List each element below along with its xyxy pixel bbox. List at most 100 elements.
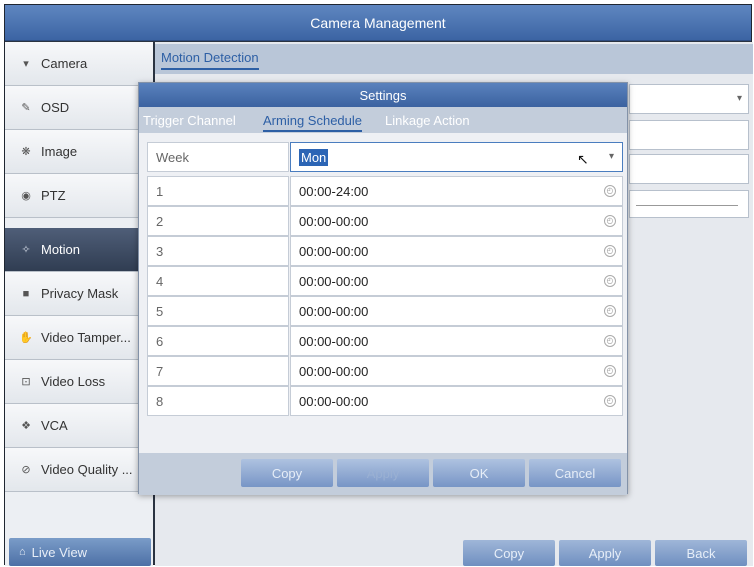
background-field[interactable] [629,154,749,184]
motion-detection-header: Motion Detection [155,44,753,74]
vca-icon: ❖ [21,420,31,432]
camera-icon: ▾ [23,58,29,70]
sidebar-item-image[interactable]: ❋ Image [5,130,153,174]
period-time: 00:00-00:00 [299,243,369,259]
sidebar-item-video-tamper[interactable]: ✋ Video Tamper... [5,316,153,360]
tab-arming-schedule[interactable]: Arming Schedule [263,113,362,132]
period-time-field[interactable]: 00:00-00:00 ◴ [290,236,623,266]
sidebar-item-camera[interactable]: ▾ Camera [5,42,153,86]
sidebar-item-label: Privacy Mask [41,286,119,301]
sidebar-item-label: Video Loss [41,374,106,389]
motion-icon: ✧ [21,244,31,256]
period-time: 00:00-24:00 [299,183,369,199]
sidebar-item-label: Camera [41,56,88,71]
table-row: 2 00:00-00:00 ◴ [147,206,623,236]
period-index: 2 [147,206,289,236]
sidebar-item-vca[interactable]: ❖ VCA [5,404,153,448]
period-index: 7 [147,356,289,386]
sensitivity-slider[interactable] [629,190,749,218]
table-row: 1 00:00-24:00 ◴ [147,176,623,206]
period-time: 00:00-00:00 [299,213,369,229]
table-row: 3 00:00-00:00 ◴ [147,236,623,266]
apply-button[interactable]: Apply [559,540,651,566]
ptz-icon: ◉ [21,190,31,202]
period-time-field[interactable]: 00:00-24:00 ◴ [290,176,623,206]
osd-icon: ✎ [21,102,31,114]
sidebar-item-video-loss[interactable]: ⊡ Video Loss [5,360,153,404]
week-label: Week [147,142,289,172]
dialog-copy-button[interactable]: Copy [241,459,333,487]
sidebar-item-label: Image [41,144,78,159]
copy-button[interactable]: Copy [463,540,555,566]
table-row: 7 00:00-00:00 ◴ [147,356,623,386]
clock-icon[interactable]: ◴ [604,305,616,317]
clock-icon[interactable]: ◴ [604,365,616,377]
period-time: 00:00-00:00 [299,273,369,289]
dialog-apply-button[interactable]: Apply [337,459,429,487]
period-index: 4 [147,266,289,296]
tab-trigger-channel[interactable]: Trigger Channel [143,113,236,128]
sidebar-item-label: Video Tamper... [41,330,131,345]
clock-icon[interactable]: ◴ [604,275,616,287]
sidebar-item-ptz[interactable]: ◉ PTZ [5,174,153,218]
clock-icon[interactable]: ◴ [604,395,616,407]
image-icon: ❋ [21,146,31,158]
background-field[interactable] [629,120,749,150]
period-time: 00:00-00:00 [299,363,369,379]
live-view-label: Live View [31,544,88,560]
background-dropdown[interactable]: ▾ [629,84,749,114]
week-row: Week Mon ↖ ▾ [147,142,623,172]
dialog-cancel-button[interactable]: Cancel [529,459,621,487]
period-time: 00:00-00:00 [299,333,369,349]
period-index: 5 [147,296,289,326]
dialog-ok-button[interactable]: OK [433,459,525,487]
home-icon: ⌂ [19,546,26,558]
period-time-field[interactable]: 00:00-00:00 ◴ [290,296,623,326]
live-view-button[interactable]: ⌂ Live View [9,538,151,566]
table-row: 5 00:00-00:00 ◴ [147,296,623,326]
privacy-mask-icon: ■ [22,287,30,300]
week-select[interactable]: Mon ↖ ▾ [290,142,623,172]
period-time: 00:00-00:00 [299,303,369,319]
period-time-field[interactable]: 00:00-00:00 ◴ [290,326,623,356]
video-quality-icon: ⊘ [21,464,31,476]
period-index: 3 [147,236,289,266]
mouse-cursor-icon: ↖ [577,151,589,167]
clock-icon[interactable]: ◴ [604,215,616,227]
period-index: 1 [147,176,289,206]
sidebar-item-label: Video Quality ... [41,462,133,477]
period-time-field[interactable]: 00:00-00:00 ◴ [290,266,623,296]
back-button[interactable]: Back [655,540,747,566]
sidebar-item-privacy-mask[interactable]: ■ Privacy Mask [5,272,153,316]
clock-icon[interactable]: ◴ [604,185,616,197]
period-index: 8 [147,386,289,416]
sidebar-item-video-quality[interactable]: ⊘ Video Quality ... [5,448,153,492]
period-time-field[interactable]: 00:00-00:00 ◴ [290,356,623,386]
tab-motion-detection[interactable]: Motion Detection [161,50,259,70]
table-row: 4 00:00-00:00 ◴ [147,266,623,296]
sidebar-item-osd[interactable]: ✎ OSD [5,86,153,130]
video-loss-icon: ⊡ [21,376,31,388]
period-time: 00:00-00:00 [299,393,369,409]
period-time-field[interactable]: 00:00-00:00 ◴ [290,386,623,416]
slider-track [636,205,738,206]
sidebar-item-motion[interactable]: ✧ Motion [5,228,153,272]
period-time-field[interactable]: 00:00-00:00 ◴ [290,206,623,236]
dialog-footer: Copy Apply OK Cancel [139,453,627,495]
clock-icon[interactable]: ◴ [604,335,616,347]
chevron-down-icon: ▾ [736,93,742,104]
sidebar: ▾ Camera ✎ OSD ❋ Image ◉ PTZ ✧ Motion ■ … [5,42,153,566]
sidebar-item-label: VCA [41,418,68,433]
period-index: 6 [147,326,289,356]
clock-icon[interactable]: ◴ [604,245,616,257]
video-tamper-icon: ✋ [19,332,33,344]
table-row: 8 00:00-00:00 ◴ [147,386,623,416]
sidebar-item-label: PTZ [41,188,66,203]
chevron-down-icon: ▾ [608,151,614,162]
sidebar-item-label: OSD [41,100,70,115]
dialog-title: Settings [139,83,627,107]
week-value: Mon [299,148,329,166]
window-title: Camera Management [5,5,751,41]
settings-dialog: Settings Trigger Channel Arming Schedule… [138,82,628,495]
tab-linkage-action[interactable]: Linkage Action [385,113,470,128]
